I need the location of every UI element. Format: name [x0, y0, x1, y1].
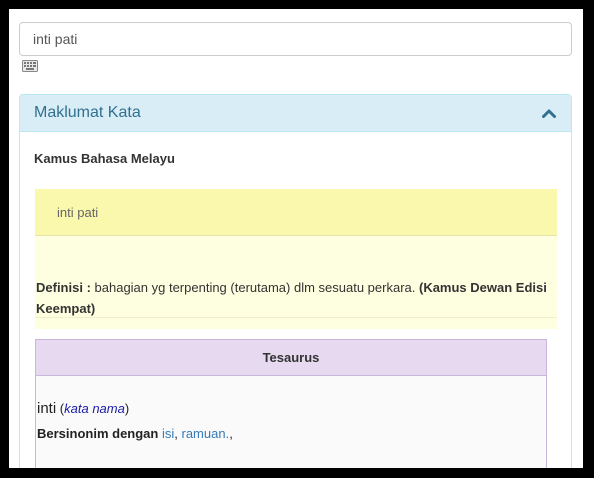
panel-heading[interactable]: Maklumat Kata: [20, 95, 571, 132]
pos-open: (: [56, 401, 65, 416]
synonym-line: Bersinonim dengan isi, ramuan.,: [37, 426, 233, 441]
part-of-speech: (kata nama): [56, 401, 129, 416]
app-frame: Maklumat Kata Kamus Bahasa Melayu inti p…: [9, 9, 583, 468]
pos-close: ): [124, 401, 130, 416]
definition-label: Definisi :: [36, 280, 91, 295]
entry-headword: inti pati: [35, 189, 557, 236]
search-input[interactable]: [19, 22, 572, 56]
keyboard-icon[interactable]: [22, 60, 38, 72]
pos-link[interactable]: kata nama: [64, 401, 125, 416]
synonym-trailing: ,: [229, 426, 233, 441]
thesaurus-box: Tesaurus inti (kata nama) Bersinonim den…: [35, 339, 547, 468]
thesaurus-word: inti: [37, 400, 57, 417]
dictionary-name: Kamus Bahasa Melayu: [34, 151, 175, 166]
synonym-link-ramuan[interactable]: ramuan.: [182, 426, 230, 441]
definition-text: bahagian yg terpenting (terutama) dlm se…: [90, 280, 419, 295]
search-area: [19, 22, 572, 72]
synonym-link-isi[interactable]: isi: [162, 426, 174, 441]
entry-divider: [35, 317, 557, 318]
thesaurus-word-line: inti (kata nama): [37, 400, 129, 417]
synonym-separator: ,: [174, 426, 182, 441]
panel-title: Maklumat Kata: [34, 104, 141, 121]
dictionary-entry: inti pati Definisi : bahagian yg terpent…: [35, 189, 557, 329]
chevron-up-icon[interactable]: [542, 108, 556, 118]
word-info-panel: Maklumat Kata Kamus Bahasa Melayu inti p…: [19, 94, 572, 468]
synonym-label: Bersinonim dengan: [37, 426, 159, 441]
thesaurus-title: Tesaurus: [36, 340, 546, 376]
entry-definition: Definisi : bahagian yg terpenting (terut…: [36, 277, 556, 319]
